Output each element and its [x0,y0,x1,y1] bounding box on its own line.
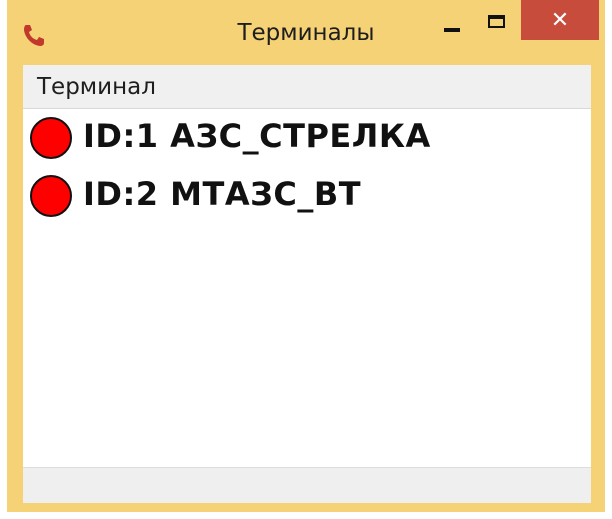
maximize-button[interactable] [478,6,518,40]
column-header[interactable]: Терминал [23,65,591,109]
terminals-window: Терминалы ✕ Терминал ID:1 АЗС_СТРЕЛКА ID… [7,0,605,512]
list-item[interactable]: ID:1 АЗС_СТРЕЛКА [23,109,591,159]
terminal-label: ID:2 МТАЗС_ВТ [83,175,362,213]
status-indicator-icon [30,117,72,159]
column-header-label: Терминал [37,74,156,100]
client-area: Терминал ID:1 АЗС_СТРЕЛКА ID:2 МТАЗС_ВТ [23,65,591,503]
list-item[interactable]: ID:2 МТАЗС_ВТ [23,167,591,217]
status-indicator-icon [30,175,72,217]
title-bar[interactable]: Терминалы ✕ [7,0,605,65]
status-bar [23,467,591,503]
close-icon: ✕ [550,7,570,33]
minimize-button[interactable] [434,6,474,40]
terminal-label: ID:1 АЗС_СТРЕЛКА [83,117,431,155]
close-button[interactable]: ✕ [521,0,599,40]
